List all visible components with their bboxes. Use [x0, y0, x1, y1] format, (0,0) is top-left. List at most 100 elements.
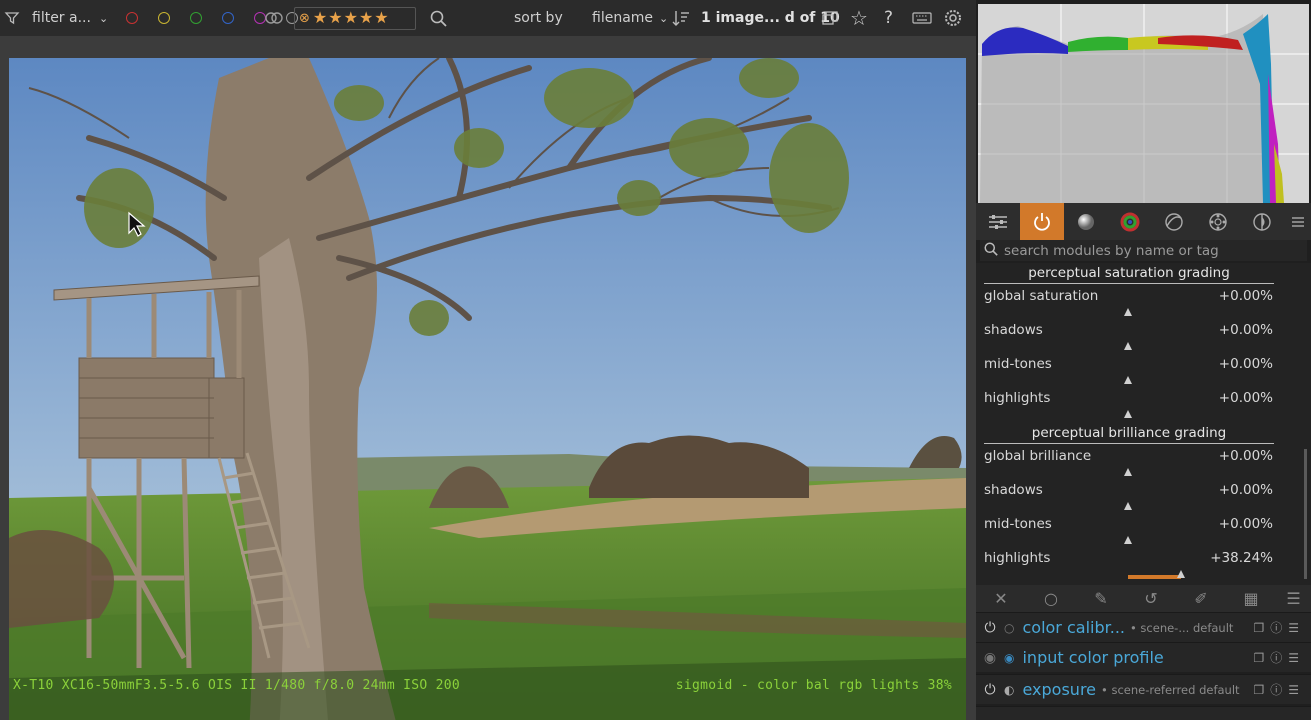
- module-preset: • scene-referred default: [1101, 682, 1240, 697]
- slider-value[interactable]: +0.00%: [1219, 516, 1273, 532]
- slider-label: highlights: [984, 550, 1051, 566]
- power-icon[interactable]: ◉: [976, 650, 1004, 666]
- module-name: exposure: [1022, 680, 1097, 699]
- right-panel: search modules by name or tag perceptual…: [976, 0, 1311, 720]
- parametric-icon[interactable]: ↺: [1126, 589, 1176, 608]
- sort-by-label: sort by: [514, 10, 563, 26]
- raster-icon[interactable]: ▦: [1226, 589, 1276, 608]
- panel-scrollbar[interactable]: [1304, 449, 1307, 579]
- histogram[interactable]: [978, 4, 1309, 203]
- module-search[interactable]: search modules by name or tag: [980, 240, 1307, 261]
- help-icon[interactable]: ?: [884, 0, 893, 36]
- star-icon[interactable]: ★: [328, 8, 342, 27]
- slider-label: mid-tones: [984, 516, 1052, 532]
- tab-effect[interactable]: [1196, 203, 1240, 240]
- slider-handle[interactable]: [1177, 570, 1185, 578]
- slider-handle[interactable]: [1124, 410, 1132, 418]
- color-label-filter-0[interactable]: [126, 12, 138, 24]
- module-color-calibration[interactable]: ⏻ ○ color calibr... • scene-... default …: [976, 612, 1311, 642]
- slider-label: shadows: [984, 322, 1043, 338]
- hamburger-icon[interactable]: ☰: [1276, 589, 1311, 608]
- darkroom-window: filter a... ⌄ ⊗ ★★★★★ sort by filename ⌄…: [0, 0, 1311, 720]
- gear-icon[interactable]: [944, 0, 962, 36]
- slider-value[interactable]: +0.00%: [1219, 448, 1273, 464]
- image-count-text: 1 image... d of: [701, 10, 816, 26]
- base-icon: ◐: [1004, 682, 1015, 697]
- chevron-down-icon: ⌄: [98, 11, 109, 25]
- grouping-icon[interactable]: [822, 0, 838, 36]
- search-icon: [984, 241, 998, 260]
- slider-value[interactable]: +0.00%: [1219, 288, 1273, 304]
- tab-color[interactable]: [1108, 203, 1152, 240]
- power-icon[interactable]: ⏻: [976, 620, 1004, 636]
- color-icon: ◉: [1004, 650, 1015, 665]
- star-icon[interactable]: ★: [374, 8, 388, 27]
- sort-order-icon[interactable]: [672, 0, 690, 36]
- tab-technical[interactable]: [1240, 203, 1284, 240]
- module-search-input[interactable]: search modules by name or tag: [1004, 243, 1219, 259]
- filter-icon[interactable]: [4, 0, 20, 36]
- presets-menu-icon[interactable]: [1284, 203, 1311, 240]
- slider-handle[interactable]: [1124, 502, 1132, 510]
- chevron-down-icon: ⌄: [659, 11, 669, 25]
- star-icon[interactable]: ★: [359, 8, 373, 27]
- filter-toolbar: filter a... ⌄ ⊗ ★★★★★ sort by filename ⌄…: [0, 0, 976, 36]
- slider-value[interactable]: +0.00%: [1219, 322, 1273, 338]
- slider-handle[interactable]: [1124, 468, 1132, 476]
- drawn-parametric-icon[interactable]: ✐: [1176, 589, 1226, 608]
- star-icon[interactable]: ★: [344, 8, 358, 27]
- brilliance-section-header: perceptual brilliance grading: [984, 425, 1274, 444]
- rating-filter[interactable]: ⊗ ★★★★★: [294, 7, 416, 30]
- tab-quick-access[interactable]: [976, 203, 1020, 240]
- sort-dropdown[interactable]: filename ⌄: [592, 0, 668, 36]
- brush-icon[interactable]: ✎: [1076, 589, 1126, 608]
- slider-handle[interactable]: [1124, 342, 1132, 350]
- slider-value[interactable]: +0.00%: [1219, 482, 1273, 498]
- slider-value[interactable]: +0.00%: [1219, 390, 1273, 406]
- photo-preview[interactable]: X-T10 XC16-50mmF3.5-5.6 OIS II 1/480 f/8…: [9, 58, 966, 720]
- slider-fill[interactable]: [1128, 575, 1181, 579]
- color-label-filter-2[interactable]: [190, 12, 202, 24]
- module-input-color-profile[interactable]: ◉ ◉ input color profile ❐ⓘ☰: [976, 642, 1311, 672]
- slider-label: global saturation: [984, 288, 1099, 304]
- mask-icon: ○: [1004, 620, 1015, 635]
- module-preset: • scene-... default: [1129, 620, 1234, 635]
- slider-handle[interactable]: [1124, 536, 1132, 544]
- tab-active-modules[interactable]: [1020, 203, 1064, 240]
- color-label-toggle-icon[interactable]: [265, 0, 283, 36]
- module-actions-icons[interactable]: ❐ⓘ☰: [1253, 619, 1305, 636]
- image-count: 1 image... d of 10: [701, 0, 840, 36]
- module-name: color calibr...: [1022, 618, 1125, 637]
- star-icon[interactable]: ★: [313, 8, 327, 27]
- close-icon[interactable]: ✕: [976, 589, 1026, 608]
- module-exposure[interactable]: ⏻ ◐ exposure • scene-referred default ❐ⓘ…: [976, 674, 1311, 704]
- search-icon[interactable]: [430, 0, 447, 36]
- slider-label: mid-tones: [984, 356, 1052, 372]
- star-icon[interactable]: ☆: [850, 0, 868, 36]
- center-view: X-T10 XC16-50mmF3.5-5.6 OIS II 1/480 f/8…: [0, 36, 976, 720]
- module-group-tabs: [976, 203, 1311, 240]
- keyboard-icon[interactable]: [912, 0, 932, 36]
- slider-handle[interactable]: [1124, 376, 1132, 384]
- filter-dropdown[interactable]: filter a... ⌄: [32, 0, 108, 36]
- module-actions-icons[interactable]: ❐ⓘ☰: [1253, 681, 1305, 698]
- sort-value: filename: [592, 10, 654, 26]
- circle-icon[interactable]: ○: [1026, 589, 1076, 608]
- module-actions-icons[interactable]: ❐ⓘ☰: [1253, 649, 1305, 666]
- reject-icon[interactable]: ⊗: [299, 11, 310, 26]
- color-label-filter-1[interactable]: [158, 12, 170, 24]
- slider-label: global brilliance: [984, 448, 1092, 464]
- slider-value[interactable]: +38.24%: [1210, 550, 1273, 566]
- module-overlay: sigmoid - color bal rgb lights 38%: [675, 678, 952, 693]
- tab-base[interactable]: [1064, 203, 1108, 240]
- module-partial-row[interactable]: [976, 706, 1311, 720]
- color-label-filter-3[interactable]: [222, 12, 234, 24]
- rating-stars[interactable]: ★★★★★: [313, 10, 390, 27]
- exif-overlay: X-T10 XC16-50mmF3.5-5.6 OIS II 1/480 f/8…: [13, 678, 460, 693]
- slider-value[interactable]: +0.00%: [1219, 356, 1273, 372]
- power-icon[interactable]: ⏻: [976, 682, 1004, 698]
- module-name: input color profile: [1022, 648, 1164, 667]
- module-toolbar: ✕ ○ ✎ ↺ ✐ ▦ ☰: [976, 585, 1311, 612]
- tab-correct[interactable]: [1152, 203, 1196, 240]
- slider-handle[interactable]: [1124, 308, 1132, 316]
